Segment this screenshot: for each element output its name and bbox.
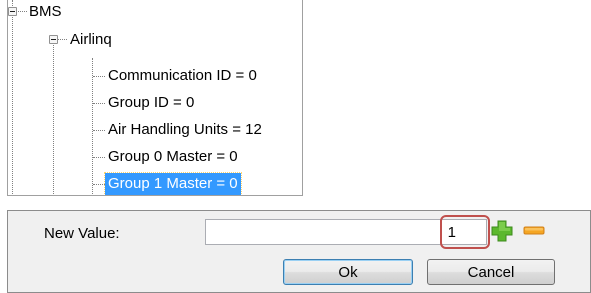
tree-guide-line [93,130,105,131]
cancel-button[interactable]: Cancel [427,259,555,285]
tree-guide-line [93,184,105,185]
plus-icon[interactable] [490,219,514,243]
ok-button[interactable]: Ok [283,259,413,285]
minus-icon[interactable] [522,219,546,243]
tree-guide-line [93,157,105,158]
settings-tree: BMS Airlinq Communication ID = 0 Group I… [7,0,303,196]
tree-guide-line [92,58,93,195]
tree-guide-line [53,40,54,195]
tree-guide-line [93,103,105,104]
tree-guide-line [58,39,67,40]
tree-node-label: Group ID = 0 [108,94,195,111]
cancel-button-label: Cancel [467,263,515,281]
new-value-input[interactable] [205,219,487,245]
collapse-icon[interactable] [8,7,17,16]
tree-guide-line [12,0,13,195]
ok-button-label: Ok [338,263,358,281]
tree-node-label-selected: Group 1 Master = 0 [104,172,242,195]
tree-node-label: BMS [29,3,62,20]
tree-node-label: Group 0 Master = 0 [108,148,238,165]
new-value-label: New Value: [44,225,120,242]
collapse-icon[interactable] [49,35,58,44]
panel-separator [0,196,591,210]
tree-guide-line [93,76,105,77]
tree-node-label: Communication ID = 0 [108,67,257,84]
tree-node-label: Air Handling Units = 12 [108,121,262,138]
edit-value-panel: New Value: Ok Cancel [7,210,591,293]
tree-node-label: Airlinq [70,31,112,48]
